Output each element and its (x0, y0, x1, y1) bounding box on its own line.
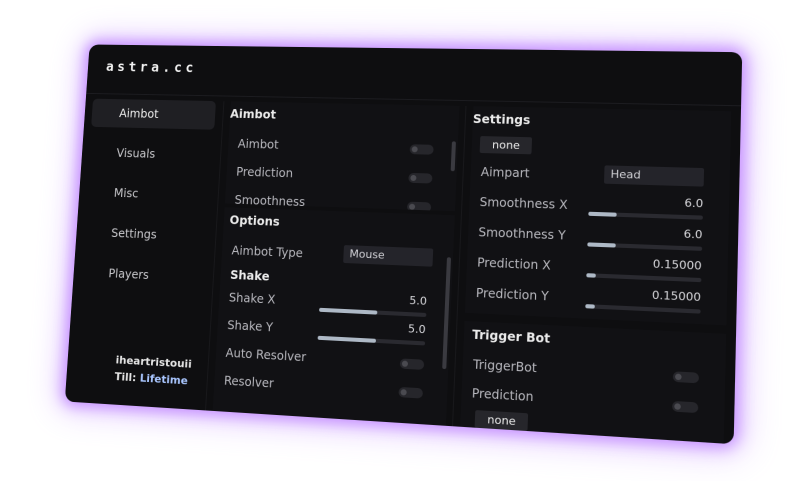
shake-heading: Shake (229, 268, 270, 284)
till-label: Till: (114, 370, 137, 385)
options-panel-title: Options (229, 213, 281, 229)
shake-y-label: Shake Y (226, 318, 274, 335)
shake-y-fill (317, 335, 377, 343)
aimbot-type-row: Aimbot Type Mouse (231, 241, 441, 271)
triggerbot-toggle[interactable] (672, 371, 700, 384)
sidebar-item-visuals[interactable]: Visuals (88, 138, 213, 170)
aimbot-label: Aimbot (237, 137, 279, 152)
settings-keybind-button[interactable]: none (479, 136, 533, 155)
aimbot-row: Aimbot (237, 134, 446, 161)
shake-y-value: 5.0 (407, 322, 426, 337)
smoothness-x-label: Smoothness X (479, 194, 568, 213)
auto-resolver-label: Auto Resolver (225, 345, 307, 365)
smoothness-y-fill (587, 242, 616, 248)
shake-x-label: Shake X (228, 290, 276, 307)
main-window: astra.cc Aimbot Visuals Misc Settings Pl… (64, 44, 743, 445)
triggerbot-prediction-toggle[interactable] (671, 400, 699, 414)
prediction-x-value: 0.15000 (652, 257, 702, 273)
triggerbot-label: TriggerBot (472, 357, 537, 376)
resolver-label: Resolver (223, 373, 275, 391)
aimpart-dropdown[interactable]: Head (603, 165, 705, 187)
shake-x-value: 5.0 (409, 293, 428, 308)
aimpart-label: Aimpart (480, 164, 530, 181)
sidebar-item-aimbot[interactable]: Aimbot (91, 98, 216, 130)
settings-panel-title: Settings (472, 112, 531, 128)
options-panel: Options Aimbot Type Mouse Shake Shake X … (212, 207, 455, 426)
aimbot-panel-title: Aimbot (229, 107, 277, 122)
prediction-y-fill (585, 304, 595, 309)
resolver-row: Resolver (223, 371, 435, 406)
auto-resolver-toggle[interactable] (399, 358, 425, 370)
aimbot-type-dropdown[interactable]: Mouse (343, 245, 434, 267)
resolver-toggle[interactable] (398, 386, 424, 399)
aimpart-row: Aimpart Head (480, 162, 717, 191)
prediction-row: Prediction (236, 162, 445, 190)
aimbot-toggle[interactable] (409, 144, 434, 155)
smoothness-y-row: Smoothness Y 6.0 (478, 222, 716, 253)
prediction-label: Prediction (235, 164, 294, 181)
prediction-y-row: Prediction Y 0.15000 (475, 283, 714, 317)
shake-x-slider[interactable] (319, 307, 427, 318)
shake-y-row: Shake Y 5.0 (227, 315, 438, 348)
till-value: Lifetime (139, 371, 189, 388)
sidebar-item-settings[interactable]: Settings (83, 218, 209, 252)
options-scrollbar[interactable] (442, 257, 452, 370)
triggerbot-prediction-label: Prediction (471, 386, 534, 405)
prediction-y-slider[interactable] (585, 304, 701, 314)
triggerbot-panel-title: Trigger Bot (471, 327, 551, 346)
shake-y-slider[interactable] (317, 335, 426, 346)
user-info: iheartristouii Till: Lifetime (114, 352, 192, 390)
triggerbot-panel: Trigger Bot TriggerBot Prediction none (460, 320, 727, 444)
shake-x-row: Shake X 5.0 (228, 288, 439, 320)
prediction-y-value: 0.15000 (651, 288, 702, 305)
smoothness-toggle[interactable] (406, 201, 432, 212)
prediction-y-label: Prediction Y (475, 285, 550, 304)
smoothness-y-label: Smoothness Y (478, 225, 566, 243)
aimbot-type-label: Aimbot Type (231, 243, 304, 261)
prediction-toggle[interactable] (408, 172, 433, 184)
smoothness-x-value: 6.0 (684, 196, 704, 211)
aimbot-panel: Aimbot Aimbot Prediction Smoothness (224, 101, 460, 212)
prediction-x-slider[interactable] (586, 273, 702, 283)
smoothness-label: Smoothness (234, 193, 306, 210)
smoothness-y-value: 6.0 (683, 227, 703, 242)
smoothness-y-slider[interactable] (587, 242, 703, 251)
smoothness-x-slider[interactable] (588, 211, 703, 220)
settings-panel: Settings none Aimpart Head Smoothness X … (464, 106, 732, 326)
prediction-x-row: Prediction X 0.15000 (477, 252, 715, 284)
app-title: astra.cc (105, 59, 198, 77)
prediction-x-label: Prediction X (476, 255, 552, 273)
stage: astra.cc Aimbot Visuals Misc Settings Pl… (0, 0, 787, 481)
smoothness-x-fill (588, 211, 617, 217)
aimbot-scrollbar[interactable] (450, 141, 456, 172)
prediction-x-fill (586, 273, 596, 278)
sidebar-item-misc[interactable]: Misc (86, 178, 212, 211)
shake-x-fill (319, 307, 378, 315)
sidebar-item-players[interactable]: Players (80, 258, 206, 293)
triggerbot-keybind-button[interactable]: none (474, 410, 529, 432)
sidebar: Aimbot Visuals Misc Settings Players (79, 98, 216, 304)
smoothness-x-row: Smoothness X 6.0 (479, 192, 716, 222)
